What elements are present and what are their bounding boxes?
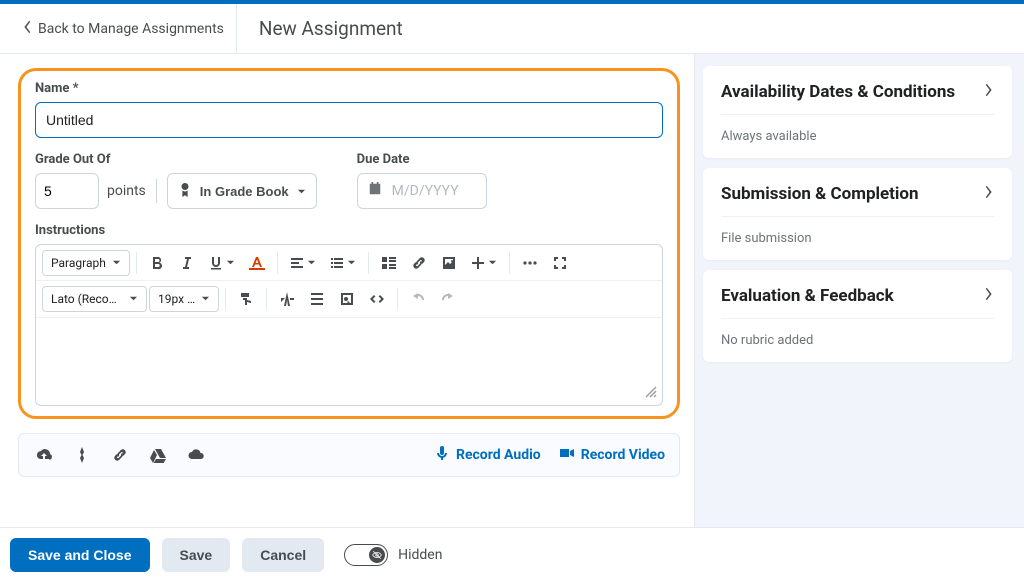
undo-button[interactable] bbox=[404, 285, 432, 313]
save-button[interactable]: Save bbox=[162, 538, 231, 572]
link-attach-icon[interactable] bbox=[109, 444, 131, 466]
chevron-left-icon bbox=[22, 20, 32, 38]
gradebook-label: In Grade Book bbox=[200, 184, 289, 199]
chevron-right-icon bbox=[984, 287, 994, 305]
upload-file-icon[interactable] bbox=[33, 444, 55, 466]
main-content: Name * Grade Out Of points In Grade Book bbox=[0, 54, 1024, 527]
due-date-label: Due Date bbox=[357, 152, 487, 167]
align-button[interactable] bbox=[284, 249, 322, 277]
chevron-right-icon bbox=[984, 185, 994, 203]
chevron-down-icon bbox=[129, 292, 138, 306]
insert-more-button[interactable] bbox=[465, 249, 503, 277]
gradebook-dropdown[interactable]: In Grade Book bbox=[167, 173, 317, 209]
page-header: Back to Manage Assignments New Assignmen… bbox=[0, 4, 1024, 54]
visibility-toggle: Hidden bbox=[344, 544, 442, 566]
due-date-group: Due Date M/D/YYYY bbox=[357, 152, 487, 209]
format-painter-button[interactable] bbox=[232, 285, 260, 313]
evaluation-panel: Evaluation & Feedback No rubric added bbox=[703, 270, 1012, 362]
evaluation-panel-toggle[interactable]: Evaluation & Feedback bbox=[721, 286, 994, 319]
grade-label: Grade Out Of bbox=[35, 152, 317, 167]
text-color-button[interactable] bbox=[243, 249, 271, 277]
grade-due-row: Grade Out Of points In Grade Book bbox=[35, 152, 663, 209]
back-link[interactable]: Back to Manage Assignments bbox=[10, 4, 237, 53]
image-button[interactable] bbox=[435, 249, 463, 277]
side-panels: Availability Dates & Conditions Always a… bbox=[694, 54, 1024, 527]
quicklink-button[interactable] bbox=[405, 249, 433, 277]
chevron-down-icon bbox=[201, 292, 210, 306]
submission-panel: Submission & Completion File submission bbox=[703, 168, 1012, 260]
microphone-icon bbox=[434, 445, 450, 465]
page-title: New Assignment bbox=[237, 17, 403, 40]
record-audio-link[interactable]: Record Audio bbox=[434, 445, 541, 465]
toolbar-divider bbox=[368, 252, 369, 274]
redo-button[interactable] bbox=[434, 285, 462, 313]
google-drive-icon[interactable] bbox=[147, 444, 169, 466]
attachment-sources bbox=[33, 444, 207, 466]
footer-actions: Save and Close Save Cancel Hidden bbox=[0, 527, 1024, 582]
evaluation-summary: No rubric added bbox=[721, 333, 994, 348]
underline-button[interactable] bbox=[203, 249, 241, 277]
insert-stuff-button[interactable] bbox=[375, 249, 403, 277]
cancel-button[interactable]: Cancel bbox=[242, 538, 324, 572]
visibility-toggle-switch[interactable] bbox=[344, 544, 388, 566]
chevron-down-icon bbox=[112, 256, 121, 270]
italic-button[interactable] bbox=[173, 249, 201, 277]
due-date-placeholder: M/D/YYYY bbox=[392, 183, 459, 199]
submission-summary: File submission bbox=[721, 231, 994, 246]
eye-off-icon bbox=[369, 547, 385, 563]
visibility-label: Hidden bbox=[398, 547, 442, 563]
toolbar-divider bbox=[266, 288, 267, 310]
form-column: Name * Grade Out Of points In Grade Book bbox=[0, 54, 694, 527]
bold-button[interactable] bbox=[143, 249, 171, 277]
fullscreen-button[interactable] bbox=[546, 249, 574, 277]
instructions-label: Instructions bbox=[35, 223, 663, 238]
name-label: Name * bbox=[35, 81, 663, 96]
onedrive-icon[interactable] bbox=[185, 444, 207, 466]
toolbar-divider bbox=[277, 252, 278, 274]
toolbar-divider bbox=[136, 252, 137, 274]
due-date-input[interactable]: M/D/YYYY bbox=[357, 173, 487, 209]
more-actions-button[interactable] bbox=[516, 249, 544, 277]
availability-panel-toggle[interactable]: Availability Dates & Conditions bbox=[721, 82, 994, 115]
grade-input[interactable] bbox=[35, 173, 99, 209]
availability-summary: Always available bbox=[721, 129, 994, 144]
equation-button[interactable] bbox=[273, 285, 301, 313]
editor-content-area[interactable] bbox=[36, 317, 662, 405]
quicklink-attach-icon[interactable] bbox=[71, 444, 93, 466]
editor-toolbar-row-1: Paragraph bbox=[36, 245, 662, 281]
calendar-icon bbox=[368, 182, 382, 200]
video-camera-icon bbox=[559, 445, 575, 465]
availability-panel: Availability Dates & Conditions Always a… bbox=[703, 66, 1012, 158]
list-button[interactable] bbox=[324, 249, 362, 277]
ribbon-icon bbox=[178, 183, 192, 200]
points-label: points bbox=[107, 183, 146, 199]
editor-toolbar-row-2: Lato (Recom… 19px … bbox=[36, 281, 662, 317]
media-record-links: Record Audio Record Video bbox=[434, 445, 665, 465]
save-and-close-button[interactable]: Save and Close bbox=[10, 538, 150, 572]
grade-out-of-group: Grade Out Of points In Grade Book bbox=[35, 152, 317, 209]
toolbar-divider bbox=[397, 288, 398, 310]
divider-button[interactable] bbox=[303, 285, 331, 313]
vertical-divider bbox=[156, 179, 157, 203]
preview-button[interactable] bbox=[333, 285, 361, 313]
submission-panel-toggle[interactable]: Submission & Completion bbox=[721, 184, 994, 217]
toolbar-divider bbox=[225, 288, 226, 310]
block-format-select[interactable]: Paragraph bbox=[42, 250, 130, 276]
font-family-select[interactable]: Lato (Recom… bbox=[42, 286, 147, 312]
source-code-button[interactable] bbox=[363, 285, 391, 313]
toolbar-divider bbox=[509, 252, 510, 274]
name-input[interactable] bbox=[35, 102, 663, 138]
chevron-down-icon bbox=[297, 184, 306, 199]
highlighted-region: Name * Grade Out Of points In Grade Book bbox=[18, 68, 680, 419]
rich-text-editor: Paragraph bbox=[35, 244, 663, 406]
record-video-link[interactable]: Record Video bbox=[559, 445, 665, 465]
attachments-bar: Record Audio Record Video bbox=[18, 433, 680, 477]
resize-handle-icon[interactable] bbox=[644, 385, 658, 403]
font-size-select[interactable]: 19px … bbox=[149, 286, 219, 312]
chevron-right-icon bbox=[984, 83, 994, 101]
back-link-label: Back to Manage Assignments bbox=[38, 21, 224, 37]
